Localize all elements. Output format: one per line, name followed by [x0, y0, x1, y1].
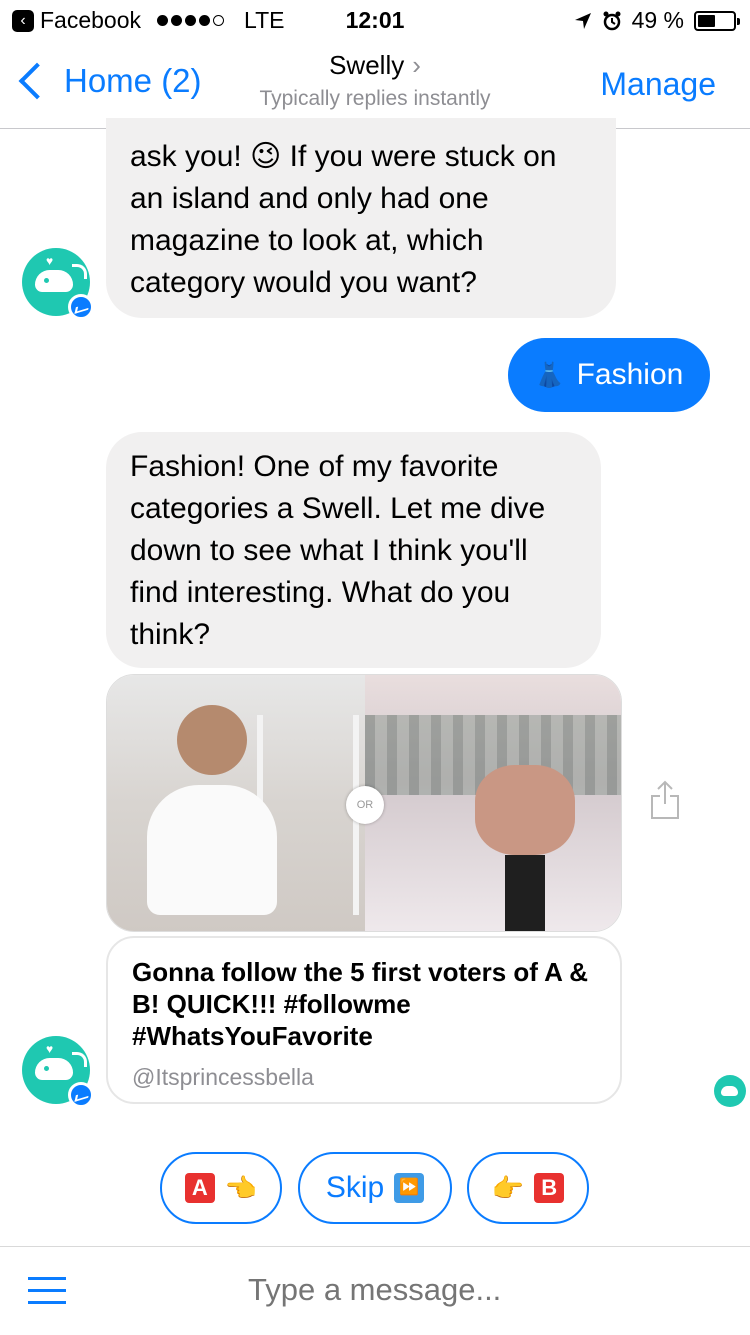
whale-icon: [35, 270, 73, 292]
post-caption-card[interactable]: Gonna follow the 5 first voters of A & B…: [106, 936, 622, 1104]
conversation-header: Home (2) Swelly › Typically replies insta…: [0, 40, 750, 129]
quick-reply-b[interactable]: 👉 B: [467, 1152, 589, 1224]
bot-message-text: ask you! 😉 If you were stuck on an islan…: [130, 140, 557, 299]
user-message: 👗 Fashion: [508, 338, 710, 412]
heart-icon: ♥: [46, 1042, 54, 1056]
whale-icon: [721, 1086, 738, 1096]
option-a-photo[interactable]: [107, 675, 365, 931]
heart-icon: ♥: [46, 254, 54, 268]
bot-message: ask you! 😉 If you were stuck on an islan…: [106, 118, 616, 318]
quick-reply-skip[interactable]: Skip ⏩: [298, 1152, 452, 1224]
dress-emoji-icon: 👗: [534, 361, 565, 389]
user-message-text: Fashion: [576, 358, 684, 391]
message-composer: [0, 1246, 750, 1335]
letter-a-icon: A: [184, 1173, 215, 1203]
bot-avatar[interactable]: ♥: [22, 1036, 94, 1108]
status-right: 49 %: [574, 7, 740, 34]
bot-avatar[interactable]: ♥: [22, 248, 94, 320]
menu-icon[interactable]: [28, 1277, 66, 1305]
bot-message: Fashion! One of my favorite categories a…: [106, 432, 601, 668]
pointing-right-icon: 👉: [491, 1172, 525, 1203]
post-username: @Itsprincessbella: [132, 1064, 314, 1090]
or-divider: OR: [346, 786, 384, 824]
read-receipt-avatar: [714, 1075, 746, 1107]
location-arrow-icon: [574, 12, 591, 29]
chevron-right-icon: ›: [412, 50, 421, 80]
battery-icon: [694, 10, 740, 31]
quick-reply-a[interactable]: A 👈: [160, 1152, 282, 1224]
battery-percent: 49 %: [631, 7, 684, 33]
fast-forward-icon: ⏩: [394, 1173, 425, 1203]
messenger-badge-icon: [68, 294, 94, 320]
letter-b-icon: B: [534, 1173, 565, 1203]
battery-fill: [698, 14, 715, 27]
pointing-left-icon: 👈: [224, 1172, 258, 1203]
alarm-clock-icon: [603, 11, 621, 30]
manage-button[interactable]: Manage: [600, 66, 716, 103]
poll-image-card[interactable]: OR: [106, 674, 622, 932]
skip-label: Skip: [325, 1171, 385, 1204]
post-caption: Gonna follow the 5 first voters of A & B…: [132, 957, 588, 1051]
messenger-badge-icon: [68, 1082, 94, 1108]
status-bar: ‹ Facebook LTE 12:01 49 %: [0, 0, 750, 40]
option-b-photo[interactable]: [365, 675, 621, 931]
conversation-name: Swelly: [329, 50, 405, 80]
bot-message-text: Fashion! One of my favorite categories a…: [130, 450, 546, 651]
share-icon[interactable]: [650, 780, 680, 820]
message-input[interactable]: [246, 1271, 690, 1309]
whale-icon: [35, 1058, 73, 1080]
